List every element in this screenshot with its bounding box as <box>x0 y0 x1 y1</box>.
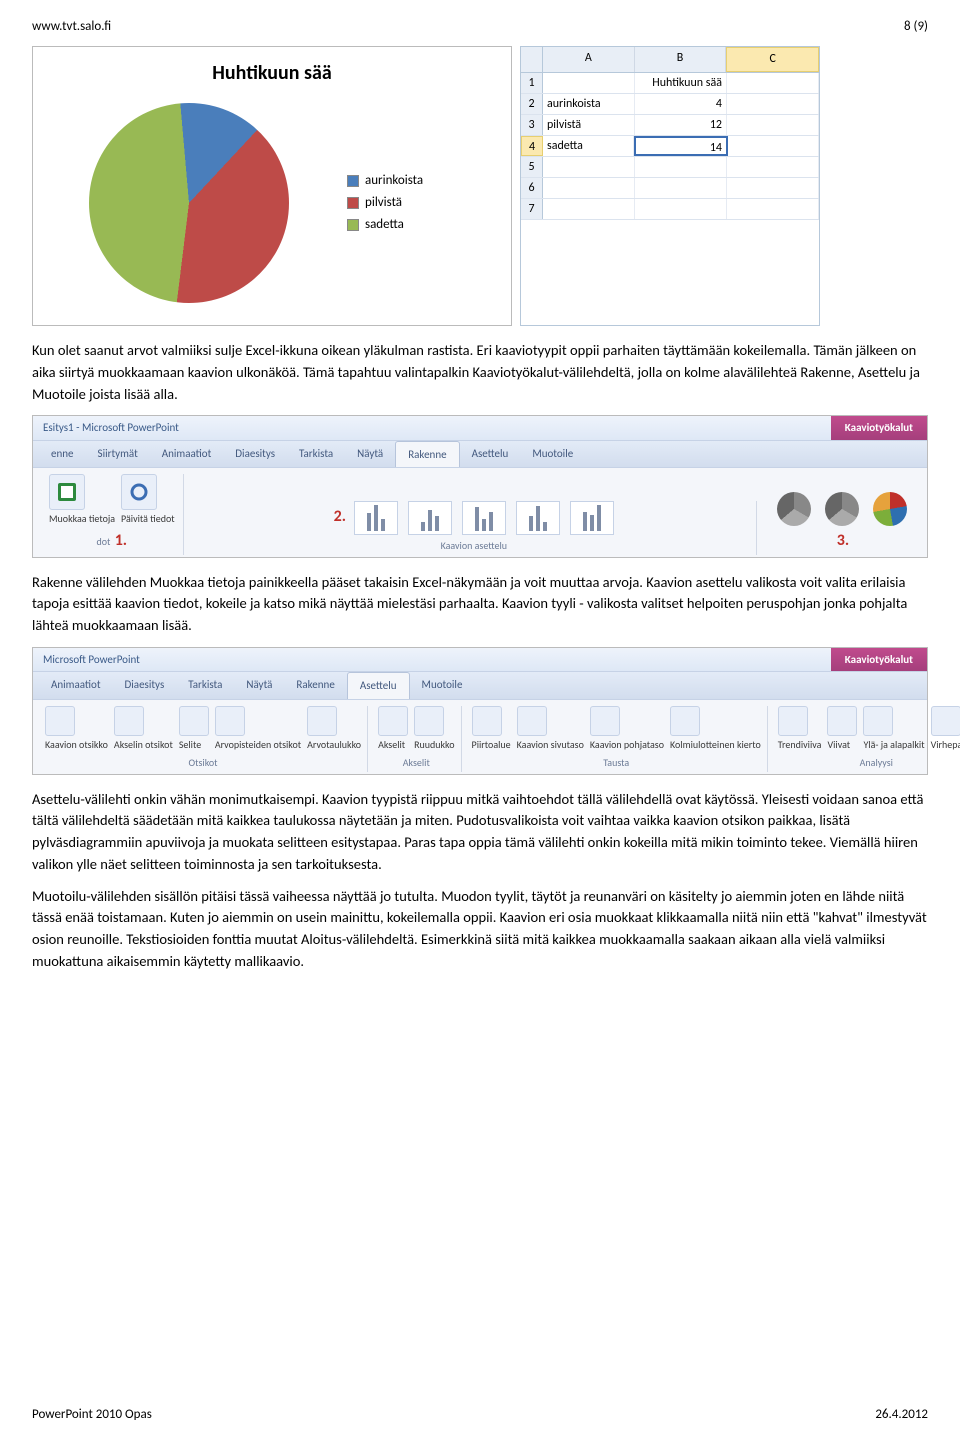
trendline-icon[interactable] <box>778 706 808 736</box>
tab-active[interactable]: Asettelu <box>347 672 410 698</box>
pie-title: Huhtikuun sää <box>39 59 505 87</box>
legend-label: aurinkoista <box>365 172 423 190</box>
swatch-green <box>347 219 359 231</box>
ribbon-rakenne: Esitys1 - Microsoft PowerPoint Kaaviotyö… <box>32 415 928 557</box>
callout-3: 3. <box>837 531 849 550</box>
style-pie-icon[interactable] <box>873 492 907 526</box>
floor-icon[interactable] <box>590 706 620 736</box>
col-header: A <box>543 47 635 72</box>
plotarea-icon[interactable] <box>472 706 502 736</box>
pie-legend: aurinkoista pilvistä sadetta <box>339 168 423 239</box>
tab-active[interactable]: Rakenne <box>395 441 459 467</box>
tab[interactable]: Näytä <box>345 441 395 467</box>
layout-thumb-icon[interactable] <box>570 501 614 535</box>
layout-thumb-icon[interactable] <box>462 501 506 535</box>
paragraph-2: Rakenne välilehden Muokkaa tietoja paini… <box>32 572 928 637</box>
pie-graphic <box>81 95 298 312</box>
refresh-data-icon[interactable] <box>121 474 157 510</box>
context-tab-title: Kaaviotyökalut <box>831 416 927 439</box>
footer-left: PowerPoint 2010 Opas <box>32 1406 152 1424</box>
paragraph-1: Kun olet saanut arvot valmiiksi sulje Ex… <box>32 340 928 405</box>
page-header: www.tvt.salo.fi 8 (9) <box>32 18 928 36</box>
legend-label: sadetta <box>365 216 404 234</box>
axis-titles-icon[interactable] <box>114 706 144 736</box>
tab[interactable]: Asettelu <box>460 441 521 467</box>
style-pie-icon[interactable] <box>777 492 811 526</box>
tab[interactable]: Muotoile <box>410 672 475 698</box>
ribbon-tabs: enne Siirtymät Animaatiot Diaesitys Tark… <box>33 440 927 468</box>
layout-thumb-icon[interactable] <box>408 501 452 535</box>
tab[interactable]: Tarkista <box>176 672 234 698</box>
datatable-icon[interactable] <box>307 706 337 736</box>
tab[interactable]: Siirtymät <box>86 441 150 467</box>
tab[interactable]: Rakenne <box>284 672 346 698</box>
context-tab-title: Kaaviotyökalut <box>831 648 927 671</box>
header-url: www.tvt.salo.fi <box>32 18 111 36</box>
excel-col-headers: A B C <box>521 47 819 73</box>
tab[interactable]: Animaatiot <box>39 672 113 698</box>
page-footer: PowerPoint 2010 Opas 26.4.2012 <box>32 1406 928 1424</box>
axes-icon[interactable] <box>378 706 408 736</box>
legend-icon[interactable] <box>179 706 209 736</box>
grid-icon[interactable] <box>414 706 444 736</box>
tab[interactable]: enne <box>39 441 86 467</box>
header-page-number: 8 (9) <box>904 18 928 36</box>
style-pie-icon[interactable] <box>825 492 859 526</box>
tab[interactable]: Animaatiot <box>150 441 224 467</box>
updown-icon[interactable] <box>863 706 893 736</box>
swatch-blue <box>347 175 359 187</box>
datalabels-icon[interactable] <box>215 706 245 736</box>
ribbon-asettelu: Microsoft PowerPoint Kaaviotyökalut Anim… <box>32 647 928 775</box>
window-title: Microsoft PowerPoint <box>33 648 831 671</box>
lines-icon[interactable] <box>827 706 857 736</box>
wall-icon[interactable] <box>517 706 547 736</box>
window-title: Esitys1 - Microsoft PowerPoint <box>33 416 831 439</box>
layout-thumb-icon[interactable] <box>516 501 560 535</box>
paragraph-3: Asettelu-välilehti onkin vähän monimutka… <box>32 789 928 876</box>
layout-thumb-icon[interactable] <box>354 501 398 535</box>
swatch-red <box>347 197 359 209</box>
legend-label: pilvistä <box>365 194 402 212</box>
edit-data-icon[interactable] <box>49 474 85 510</box>
col-header: B <box>635 47 727 72</box>
tab[interactable]: Tarkista <box>287 441 345 467</box>
pie-chart: Huhtikuun sää aurinkoista pilvistä sadet… <box>32 46 512 326</box>
col-header: C <box>726 47 819 72</box>
tab[interactable]: Muotoile <box>520 441 585 467</box>
rotate3d-icon[interactable] <box>670 706 700 736</box>
chart-title-icon[interactable] <box>45 706 75 736</box>
tab[interactable]: Diaesitys <box>113 672 177 698</box>
tab[interactable]: Näytä <box>234 672 284 698</box>
footer-right: 26.4.2012 <box>875 1406 928 1424</box>
figure-pie-and-data: Huhtikuun sää aurinkoista pilvistä sadet… <box>32 46 928 326</box>
tab[interactable]: Diaesitys <box>223 441 287 467</box>
errorbars-icon[interactable] <box>931 706 960 736</box>
callout-2: 2. <box>334 506 346 528</box>
callout-1: 1. <box>115 531 127 550</box>
paragraph-4: Muotoilu-välilehden sisällön pitäisi täs… <box>32 886 928 973</box>
excel-mini-grid: A B C 1Huhtikuun sää 2aurinkoista4 3pilv… <box>520 46 820 326</box>
